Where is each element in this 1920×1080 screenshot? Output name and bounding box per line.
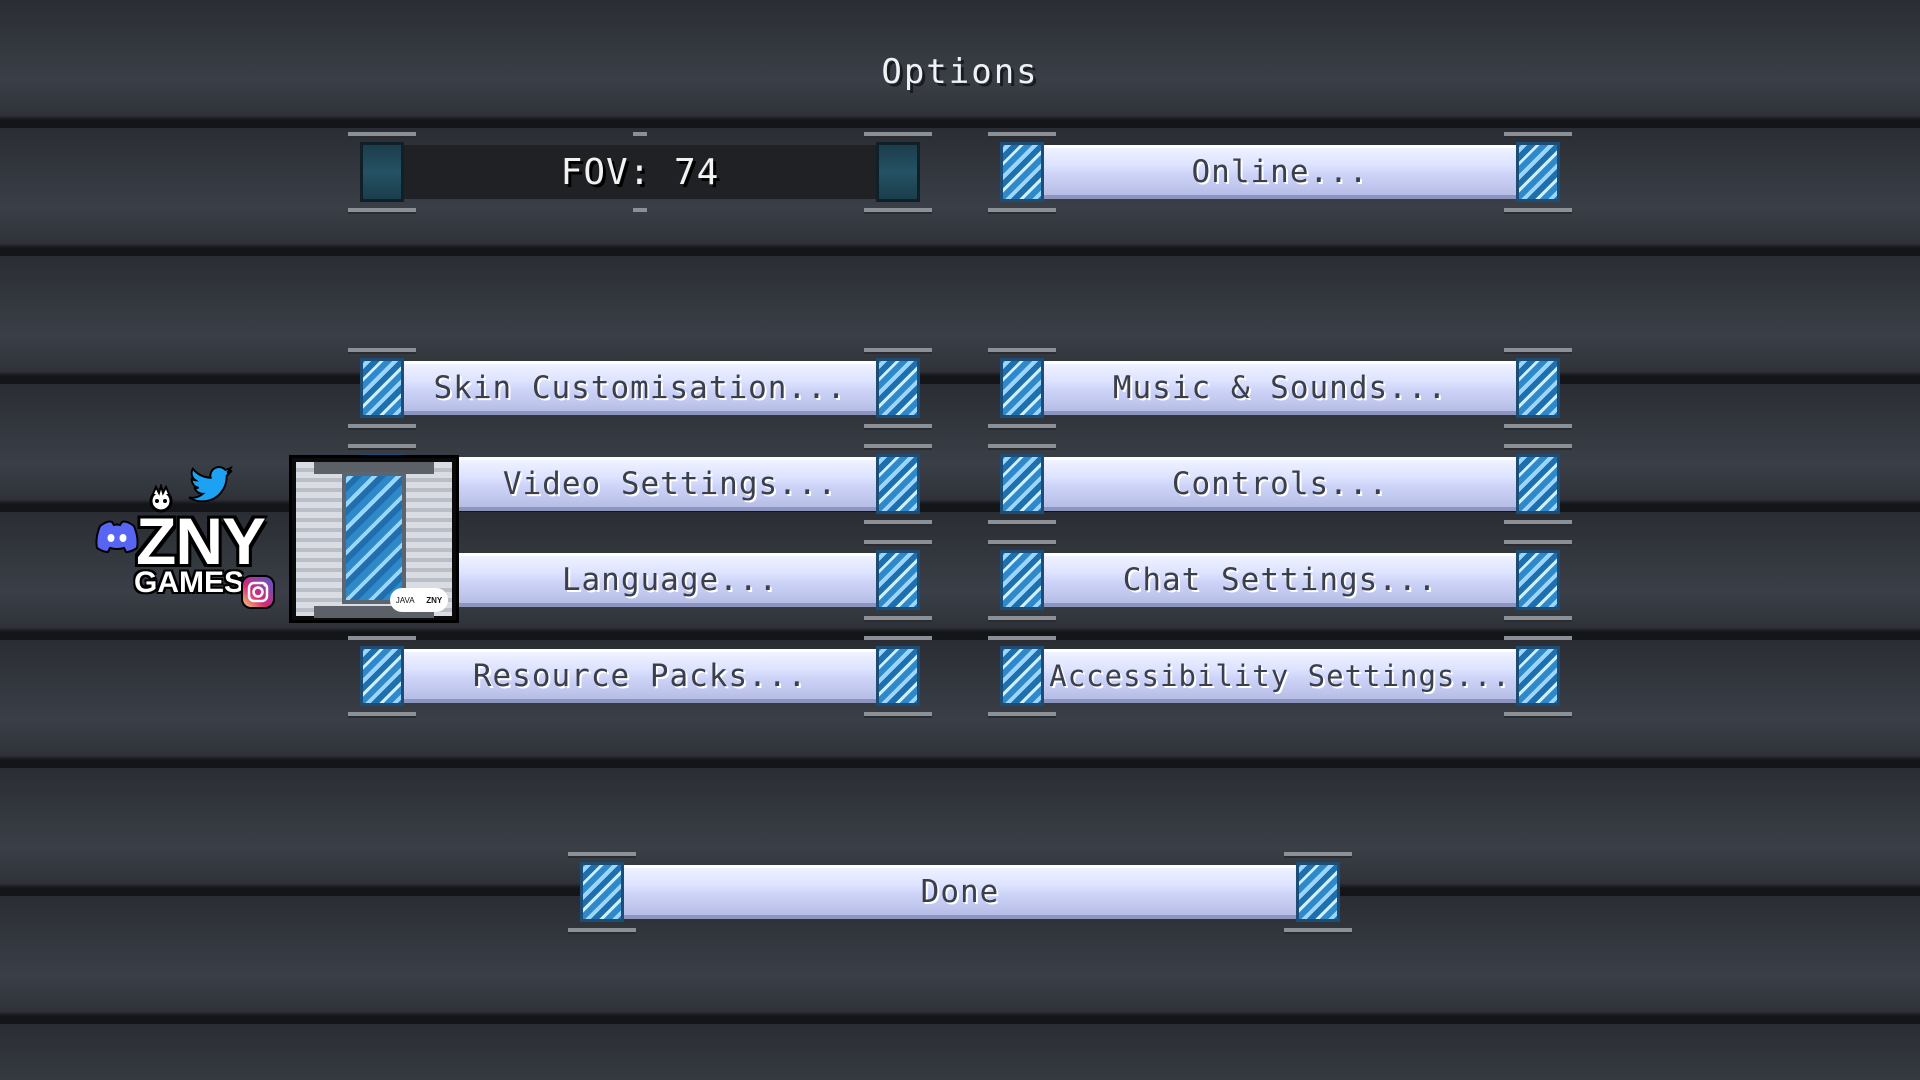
skin-customisation-label: Skin Customisation...: [404, 361, 876, 415]
done-button-label: Done: [624, 865, 1296, 919]
page-title: Options: [881, 52, 1039, 92]
skin-customisation-button[interactable]: Skin Customisation...: [348, 348, 932, 428]
brand-name: ZNY: [136, 504, 266, 578]
online-button[interactable]: Online...: [988, 132, 1572, 212]
online-button-label: Online...: [1044, 145, 1516, 199]
resource-packs-label: Resource Packs...: [404, 649, 876, 703]
chat-settings-button[interactable]: Chat Settings...: [988, 540, 1572, 620]
fov-slider-label: FOV: 74: [404, 145, 876, 199]
java-badge-label: JAVA: [395, 595, 415, 605]
brand-subtitle: GAMES: [134, 566, 245, 599]
channel-logo: ZNY GAMES: [94, 465, 284, 616]
controls-button[interactable]: Controls...: [988, 444, 1572, 524]
channel-thumbnail: JAVA ZNY: [289, 455, 459, 623]
resource-packs-button[interactable]: Resource Packs...: [348, 636, 932, 716]
fov-slider[interactable]: FOV: 74: [348, 132, 932, 212]
accessibility-settings-button[interactable]: Accessibility Settings...: [988, 636, 1572, 716]
video-settings-label: Video Settings...: [404, 457, 876, 511]
music-sounds-label: Music & Sounds...: [1044, 361, 1516, 415]
slider-handle-mark-bottom: [633, 208, 647, 212]
thumbnail-crystal-tube: [342, 472, 406, 604]
controls-label: Controls...: [1044, 457, 1516, 511]
slider-cap-right: [864, 132, 932, 212]
language-label: Language...: [404, 553, 876, 607]
done-button[interactable]: Done: [568, 852, 1352, 932]
discord-icon: [94, 518, 140, 558]
java-badge: JAVA ZNY: [390, 588, 448, 612]
accessibility-settings-label: Accessibility Settings...: [1044, 649, 1516, 703]
chat-settings-label: Chat Settings...: [1044, 553, 1516, 607]
slider-handle-mark: [633, 132, 647, 136]
zny-badge-label: ZNY: [426, 595, 443, 605]
instagram-icon: [240, 574, 276, 614]
music-sounds-button[interactable]: Music & Sounds...: [988, 348, 1572, 428]
